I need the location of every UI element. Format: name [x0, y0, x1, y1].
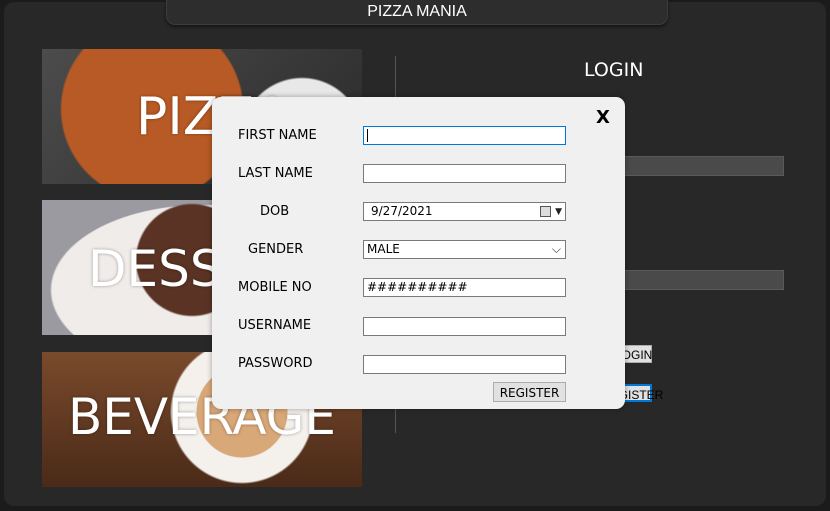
chevron-down-icon: ⌵ — [551, 242, 561, 256]
login-password-input[interactable] — [600, 270, 784, 290]
register-button[interactable]: REGISTER — [493, 382, 566, 402]
text-caret — [367, 129, 368, 142]
first-name-input[interactable] — [363, 126, 566, 145]
last-name-label: LAST NAME — [238, 166, 313, 181]
username-input[interactable] — [363, 317, 566, 336]
dob-value: 9/27/2021 — [371, 204, 433, 218]
login-title: LOGIN — [584, 59, 644, 81]
mobile-label: MOBILE NO — [238, 280, 312, 295]
login-username-input[interactable] — [600, 156, 784, 176]
gender-select[interactable]: MALE ⌵ — [363, 240, 566, 259]
password-label: PASSWORD — [238, 356, 313, 371]
close-button[interactable]: X — [593, 107, 613, 129]
gender-label: GENDER — [248, 242, 304, 257]
app-title: PIZZA MANIA — [166, 0, 668, 25]
mobile-input[interactable]: ########## — [363, 278, 566, 297]
username-label: USERNAME — [238, 318, 312, 333]
calendar-icon[interactable] — [540, 206, 551, 217]
dob-date-picker[interactable]: 9/27/2021 ▼ — [363, 202, 566, 221]
password-input[interactable] — [363, 355, 566, 374]
mobile-value: ########## — [367, 280, 468, 294]
register-dialog: X FIRST NAME LAST NAME DOB 9/27/2021 ▼ G… — [212, 97, 625, 409]
last-name-input[interactable] — [363, 164, 566, 183]
dropdown-arrow-icon[interactable]: ▼ — [555, 204, 562, 221]
gender-value: MALE — [367, 242, 400, 256]
dob-label: DOB — [260, 204, 290, 219]
first-name-label: FIRST NAME — [238, 128, 317, 143]
